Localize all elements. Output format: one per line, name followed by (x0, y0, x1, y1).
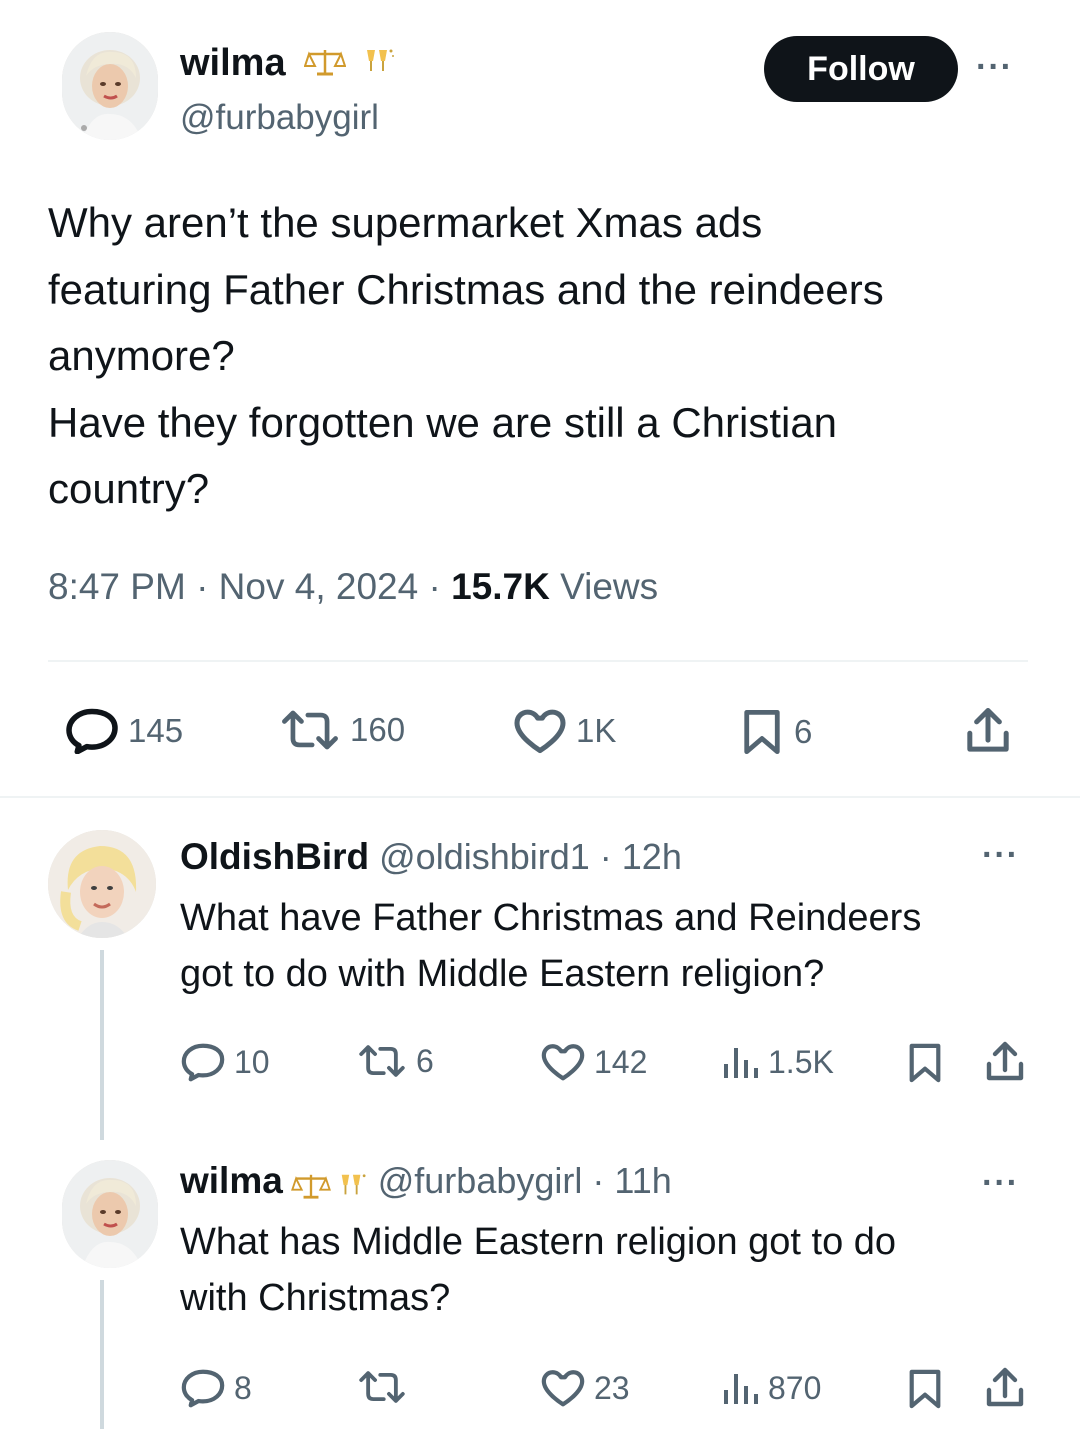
bookmark-icon (744, 709, 780, 755)
post-text: Why aren’t the supermarket Xmas ads feat… (48, 190, 1048, 523)
views-button[interactable]: 1.5K (720, 1042, 834, 1082)
reply-count: 10 (234, 1043, 270, 1080)
views-count: 870 (768, 1369, 822, 1406)
thread-connector (100, 950, 104, 1140)
reply-author-name[interactable]: wilma (180, 1160, 283, 1201)
divider (0, 796, 1080, 798)
reply-handle-time[interactable]: @oldishbird1 · 12h (369, 836, 682, 877)
like-count: 23 (594, 1369, 630, 1406)
bookmark-button[interactable] (906, 1042, 944, 1084)
reply-count: 8 (234, 1369, 252, 1406)
heart-icon (541, 1044, 585, 1081)
post-metadata: 8:47 PM · Nov 4, 2024 · 15.7K Views (48, 566, 658, 608)
heart-icon (541, 1370, 585, 1407)
divider (48, 660, 1028, 662)
reply-text-line: got to do with Middle Eastern religion? (180, 953, 825, 995)
author-name[interactable]: wilma (180, 42, 286, 84)
repost-icon (359, 1371, 405, 1403)
reply-button[interactable]: 8 (180, 1368, 252, 1408)
repost-icon (359, 1045, 405, 1077)
reply-icon (181, 1369, 225, 1408)
author-handle[interactable]: @furbabygirl (180, 96, 379, 140)
reply-count: 145 (128, 712, 184, 749)
repost-icon (282, 710, 338, 750)
post-timestamp[interactable]: 8:47 PM · Nov 4, 2024 · (48, 566, 451, 607)
views-label: Views (549, 566, 659, 607)
share-button[interactable] (982, 1040, 1028, 1084)
reply-text-line: with Christmas? (180, 1277, 451, 1319)
repost-button[interactable] (356, 1368, 416, 1406)
like-count: 1K (576, 712, 617, 749)
heart-icon (514, 709, 566, 754)
thread-connector (100, 1280, 104, 1429)
bookmark-button[interactable]: 6 (738, 708, 812, 756)
reply-header: wilma @furbabygirl · 11h (180, 1160, 672, 1205)
bookmark-icon (909, 1369, 941, 1409)
share-icon (967, 708, 1009, 752)
post-text-line: country? (48, 465, 210, 512)
like-button[interactable]: 23 (540, 1368, 630, 1408)
like-button[interactable]: 142 (540, 1042, 647, 1082)
avatar[interactable] (48, 830, 156, 938)
post-text-line: Have they forgotten we are still a Chris… (48, 398, 838, 446)
author-name-row: wilma (180, 40, 395, 88)
reply-text: What have Father Christmas and Reindeers… (180, 890, 1040, 1002)
bookmark-count: 6 (794, 713, 813, 750)
champagne-icon (336, 1172, 368, 1205)
analytics-icon (724, 1048, 758, 1078)
repost-count: 6 (416, 1042, 434, 1079)
share-button[interactable] (960, 706, 1016, 756)
views-button[interactable]: 870 (720, 1368, 821, 1408)
views-count: 15.7K (451, 566, 550, 607)
share-button[interactable] (982, 1366, 1028, 1410)
share-icon (986, 1041, 1024, 1081)
reply-button[interactable]: 10 (180, 1042, 270, 1082)
reply-text: What has Middle Eastern religion got to … (180, 1214, 1040, 1326)
reply-icon (66, 708, 118, 754)
views-count: 1.5K (768, 1043, 834, 1080)
post-text-line: featuring Father Christmas and the reind… (48, 265, 884, 313)
reply-header: OldishBird @oldishbird1 · 12h (180, 836, 682, 878)
repost-count: 160 (350, 711, 406, 748)
like-count: 142 (594, 1043, 648, 1080)
bookmark-icon (909, 1043, 941, 1083)
reply-handle-time[interactable]: @furbabygirl · 11h (368, 1160, 672, 1201)
repost-button[interactable]: 6 (356, 1042, 434, 1080)
like-button[interactable]: 1K (512, 708, 616, 754)
bookmark-button[interactable] (906, 1368, 944, 1410)
reply-author-name[interactable]: OldishBird (180, 836, 369, 877)
more-options-icon[interactable]: ··· (982, 836, 1019, 875)
avatar[interactable] (62, 32, 158, 140)
share-icon (986, 1367, 1024, 1407)
follow-button[interactable]: Follow (764, 36, 958, 102)
repost-button[interactable]: 160 (278, 708, 405, 752)
reply-text-line: What has Middle Eastern religion got to … (180, 1221, 897, 1263)
more-options-icon[interactable]: ··· (976, 48, 1013, 87)
post-text-line: Why aren’t the supermarket Xmas ads (48, 199, 763, 246)
analytics-icon (724, 1374, 758, 1404)
reply-icon (181, 1043, 225, 1082)
reply-button[interactable]: 145 (64, 708, 183, 754)
reply-text-line: What have Father Christmas and Reindeers (180, 897, 922, 939)
post-text-line: anymore? (48, 332, 235, 379)
scales-icon (303, 42, 347, 88)
scales-icon (291, 1172, 332, 1205)
more-options-icon[interactable]: ··· (982, 1164, 1019, 1203)
champagne-icon (361, 42, 395, 88)
avatar[interactable] (62, 1160, 158, 1268)
